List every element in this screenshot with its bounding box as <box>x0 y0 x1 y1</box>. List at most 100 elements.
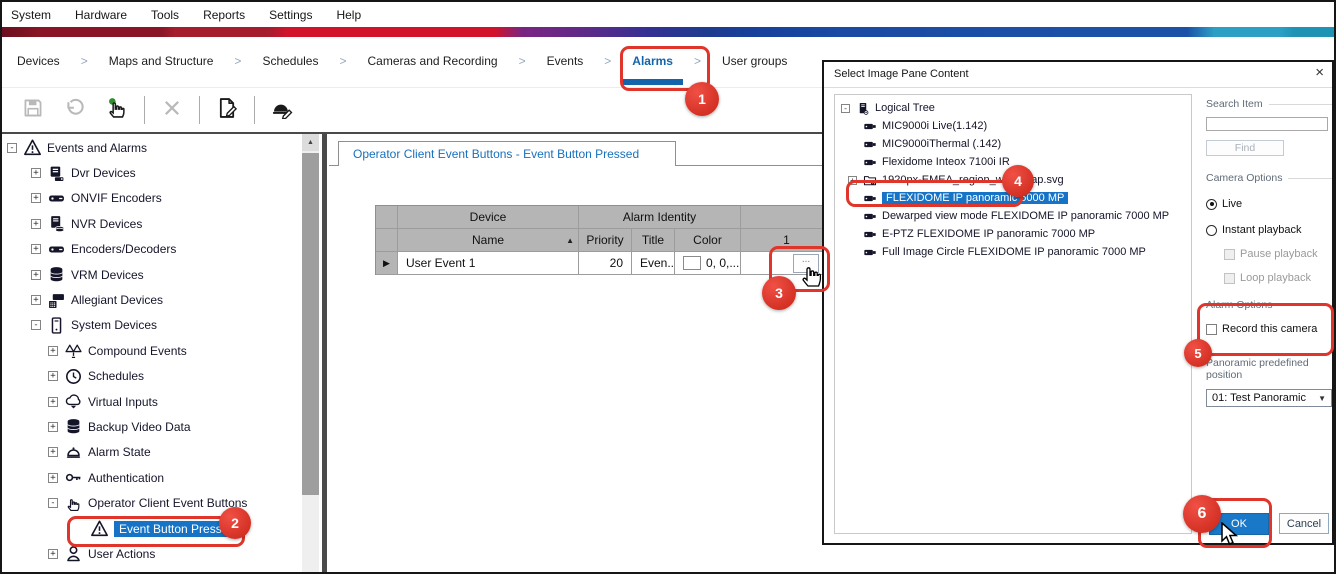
toolbar-button[interactable] <box>199 96 200 124</box>
nav-tab[interactable]: Cameras and Recording > <box>368 54 547 68</box>
nav-tab[interactable]: User groups > <box>722 54 787 68</box>
logical-tree-item-label: Full Image Circle FLEXIDOME IP panoramic… <box>882 246 1146 258</box>
menu-item[interactable]: Settings <box>269 8 312 22</box>
checkbox-option[interactable]: Loop playback <box>1224 272 1332 284</box>
toolbar-button[interactable] <box>144 96 145 124</box>
selector-header-cell <box>376 229 398 252</box>
cell-priority[interactable]: 20 <box>579 252 632 275</box>
tree-item[interactable]: + Allegiant Devices <box>4 287 300 312</box>
column-header-color[interactable]: Color <box>675 229 741 252</box>
checkbox-label: Pause playback <box>1240 248 1318 260</box>
tree-item[interactable]: + Virtual Inputs <box>4 389 300 414</box>
toolbar-button[interactable] <box>215 98 239 122</box>
expander-icon[interactable]: + <box>31 219 41 229</box>
expander-icon[interactable]: + <box>48 422 58 432</box>
menu-item[interactable]: System <box>11 8 51 22</box>
tree-item[interactable]: + NVR Devices <box>4 211 300 236</box>
toolbar-button[interactable] <box>105 98 129 122</box>
column-header-title[interactable]: Title <box>632 229 675 252</box>
logical-tree-item[interactable]: MIC9000iThermal (.142) <box>835 135 1191 153</box>
cancel-button[interactable]: Cancel <box>1279 513 1329 534</box>
toolbar-button[interactable] <box>160 98 184 122</box>
cell-title[interactable]: Even... <box>632 252 675 275</box>
logical-tree-item[interactable]: Dewarped view mode FLEXIDOME IP panorami… <box>835 207 1191 225</box>
tree-item[interactable]: + Dvr Devices <box>4 160 300 185</box>
menu-item[interactable]: Tools <box>151 8 179 22</box>
radio-icon <box>1206 225 1217 236</box>
logical-tree-item[interactable]: Full Image Circle FLEXIDOME IP panoramic… <box>835 243 1191 261</box>
cell-color[interactable]: 0, 0,... <box>675 252 741 275</box>
expander-icon[interactable]: + <box>31 295 41 305</box>
bell-pencil-icon <box>271 97 293 124</box>
hand-cursor-icon <box>799 260 823 293</box>
expander-icon[interactable]: + <box>31 270 41 280</box>
menu-item[interactable]: Hardware <box>75 8 127 22</box>
tree-item[interactable]: + VRM Devices <box>4 262 300 287</box>
menu-item[interactable]: Help <box>336 8 361 22</box>
cell-name[interactable]: User Event 1 <box>398 252 579 275</box>
tree-item-label: Schedules <box>88 369 144 383</box>
toolbar-button[interactable] <box>270 98 294 122</box>
search-item-group: Search Item <box>1206 98 1332 110</box>
tree-item[interactable]: + Compound Events <box>4 338 300 363</box>
tree-item[interactable]: + ONVIF Encoders <box>4 186 300 211</box>
tree-item-label: NVR Devices <box>71 217 142 231</box>
expander-icon[interactable]: - <box>7 143 17 153</box>
logical-tree-item[interactable]: E-PTZ FLEXIDOME IP panoramic 7000 MP <box>835 225 1191 243</box>
expander-icon[interactable]: + <box>48 346 58 356</box>
tree-scrollbar[interactable]: ▲ <box>302 134 319 572</box>
nav-tab[interactable]: Schedules > <box>262 54 367 68</box>
nav-tab-label: Cameras and Recording <box>368 54 498 68</box>
expander-icon[interactable]: + <box>31 193 41 203</box>
expander-icon[interactable]: - <box>31 320 41 330</box>
expander-icon[interactable]: + <box>48 473 58 483</box>
scrollbar-thumb[interactable] <box>302 153 319 495</box>
expander-icon[interactable]: - <box>48 498 58 508</box>
toolbar-button[interactable] <box>21 98 45 122</box>
expander-icon[interactable]: + <box>48 447 58 457</box>
nav-tab[interactable]: Devices > <box>17 54 109 68</box>
expander-icon[interactable]: + <box>48 549 58 559</box>
logical-tree-item[interactable]: MIC9000i Live(1.142) <box>835 117 1191 135</box>
main-content-tab[interactable]: Operator Client Event Buttons - Event Bu… <box>338 141 676 166</box>
allegiant-icon <box>47 291 65 309</box>
tree-item[interactable]: + Backup Video Data <box>4 414 300 439</box>
expander-icon[interactable]: + <box>48 371 58 381</box>
camera-icon <box>862 246 877 259</box>
column-header-name[interactable]: Name ▲ <box>398 229 579 252</box>
panoramic-position-dropdown[interactable]: 01: Test Panoramic ▼ <box>1206 389 1332 407</box>
column-header-priority[interactable]: Priority <box>579 229 632 252</box>
menu-item[interactable]: Reports <box>203 8 245 22</box>
close-icon[interactable]: × <box>1315 64 1324 82</box>
find-button[interactable]: Find <box>1206 140 1284 156</box>
toolbar-button[interactable] <box>63 98 87 122</box>
group-header-device[interactable]: Device <box>398 206 579 229</box>
logical-tree-item[interactable]: - Logical Tree <box>835 99 1191 117</box>
tree-item-label: User Actions <box>88 547 155 561</box>
tree-item[interactable]: - System Devices <box>4 313 300 338</box>
expander-icon[interactable]: + <box>31 168 41 178</box>
toolbar-button[interactable] <box>254 96 255 124</box>
search-input[interactable] <box>1206 117 1328 131</box>
expander-icon[interactable]: - <box>841 104 850 113</box>
scroll-up-icon[interactable]: ▲ <box>302 134 319 151</box>
group-header-alarm-identity[interactable]: Alarm Identity <box>579 206 741 229</box>
radio-option[interactable]: Instant playback <box>1206 224 1332 236</box>
hand-green-icon <box>106 97 128 124</box>
camera-icon <box>862 138 877 151</box>
expander-icon[interactable]: + <box>48 397 58 407</box>
tree-item[interactable]: + Encoders/Decoders <box>4 237 300 262</box>
tree-item[interactable]: + Schedules <box>4 364 300 389</box>
tree-item[interactable]: + Authentication <box>4 465 300 490</box>
radio-option[interactable]: Live <box>1206 198 1332 210</box>
nav-tab[interactable]: Maps and Structure > <box>109 54 263 68</box>
row-selector-cell[interactable]: ▶ <box>376 252 398 275</box>
checkbox-icon <box>1224 249 1235 260</box>
expander-icon[interactable]: + <box>31 244 41 254</box>
tree-item[interactable]: - Operator Client Event Buttons <box>4 490 300 515</box>
color-swatch[interactable] <box>683 256 701 270</box>
tree-item[interactable]: + Alarm State <box>4 440 300 465</box>
sort-ascending-icon[interactable]: ▲ <box>566 236 574 245</box>
checkbox-option[interactable]: Pause playback <box>1224 248 1332 260</box>
tree-item[interactable]: - Events and Alarms <box>4 135 300 160</box>
